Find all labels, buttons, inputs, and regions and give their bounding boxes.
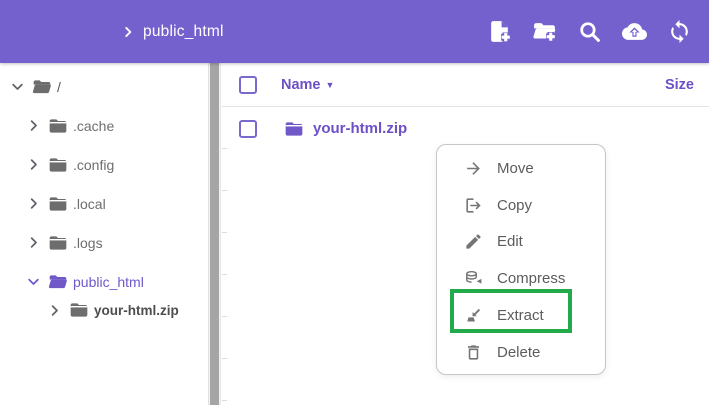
column-name-label: Name [281,77,321,93]
column-header-name[interactable]: Name ▼ [281,77,334,93]
sidebar-item-label: .local [73,196,106,212]
sidebar-item-label: your-html.zip [94,303,179,318]
folder-icon [284,119,304,139]
menu-item-label: Extract [497,307,544,324]
folder-icon [48,233,68,253]
sidebar-item-your-html-zip[interactable]: your-html.zip [0,295,207,325]
breadcrumb-path[interactable]: public_html [143,23,224,41]
sidebar-item-label: .cache [73,118,114,134]
folder-icon [48,155,68,175]
folder-icon [48,194,68,214]
menu-item-label: Edit [497,233,523,250]
context-menu: Move Copy Edit Compress Extract Delete [436,144,606,375]
menu-item-delete[interactable]: Delete [437,334,605,371]
chevron-right-icon[interactable] [26,235,41,250]
menu-item-label: Copy [497,197,532,214]
new-folder-button[interactable] [532,19,557,44]
compress-icon [464,269,483,288]
sync-icon [667,19,692,44]
edit-icon [464,232,483,251]
sidebar-scrollbar[interactable] [208,63,221,405]
menu-item-edit[interactable]: Edit [437,224,605,261]
file-tree-sidebar: / .cache .config .local .logs public_htm… [0,63,207,405]
folder-open-icon [48,272,68,292]
chevron-right-icon[interactable] [47,303,62,318]
move-icon [464,159,483,178]
row-separator-stub [222,400,227,401]
menu-item-label: Move [497,160,534,177]
menu-item-compress[interactable]: Compress [437,260,605,297]
row-checkbox[interactable] [239,120,257,138]
menu-item-label: Delete [497,344,540,361]
topbar: public_html [0,0,709,63]
folder-add-icon [532,19,557,44]
sort-desc-icon: ▼ [326,80,335,90]
menu-item-label: Compress [497,270,565,287]
folder-icon [69,300,89,320]
sidebar-item-root[interactable]: / [0,67,207,106]
extract-icon [464,306,483,325]
column-header-size[interactable]: Size [665,77,694,93]
breadcrumb: public_html [121,0,224,63]
sidebar-item-label: public_html [73,274,144,290]
search-button[interactable] [577,19,602,44]
note-add-icon [487,19,512,44]
copy-icon [464,196,483,215]
menu-item-move[interactable]: Move [437,150,605,187]
chevron-right-icon[interactable] [26,118,41,133]
chevron-down-icon[interactable] [10,79,25,94]
sidebar-item-label: .config [73,157,114,173]
row-separator-stub [222,148,227,149]
scrollbar-thumb[interactable] [210,63,219,405]
row-separator-stub [222,232,227,233]
sidebar-item-local[interactable]: .local [0,184,207,223]
row-separator-stub [222,358,227,359]
folder-open-icon [32,77,52,97]
sidebar-item-config[interactable]: .config [0,145,207,184]
upload-button[interactable] [622,19,647,44]
file-link[interactable]: your-html.zip [313,120,407,137]
select-all-checkbox[interactable] [239,76,257,94]
menu-item-extract[interactable]: Extract [437,297,605,334]
search-icon [577,19,602,44]
row-separator-stub [222,316,227,317]
menu-item-copy[interactable]: Copy [437,187,605,224]
table-header: Name ▼ Size [222,63,709,107]
sidebar-item-cache[interactable]: .cache [0,106,207,145]
new-file-button[interactable] [487,19,512,44]
chevron-right-icon[interactable] [26,196,41,211]
row-separator-stub [222,274,227,275]
chevron-right-icon[interactable] [26,157,41,172]
sidebar-item-label: .logs [73,235,103,251]
sidebar-item-logs[interactable]: .logs [0,223,207,262]
cloud-upload-icon [622,19,647,44]
refresh-button[interactable] [667,19,692,44]
chevron-down-icon[interactable] [26,274,41,289]
folder-icon [48,116,68,136]
delete-icon [464,343,483,362]
row-separator-stub [222,190,227,191]
chevron-right-icon [121,25,135,39]
topbar-actions [487,0,692,63]
sidebar-item-label: / [57,79,61,95]
